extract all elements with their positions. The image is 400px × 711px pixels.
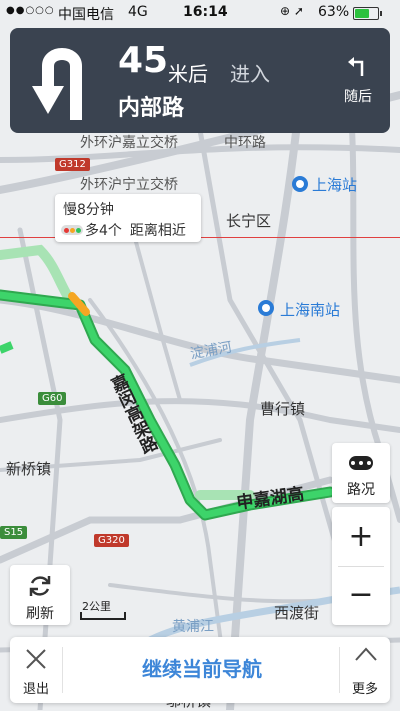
map-label-shanghai-station: 上海站 bbox=[312, 176, 358, 194]
u-turn-left-icon bbox=[32, 48, 82, 120]
guidance-banner[interactable]: 45 米后 进入 内部路 随后 bbox=[10, 28, 390, 133]
exit-label: 退出 bbox=[22, 682, 49, 697]
shield-g320: G320 bbox=[94, 534, 129, 547]
refresh-label: 刷新 bbox=[26, 606, 54, 622]
status-bar: ●●○○○ 中国电信 4G 16:14 ⊕ ➚ 63% bbox=[0, 0, 400, 26]
separator bbox=[62, 647, 63, 693]
traffic-info-bubble[interactable]: 慢8分钟 多4个 距离相近 bbox=[55, 194, 201, 242]
zoom-in-button[interactable]: + bbox=[332, 507, 390, 566]
chevron-up-icon bbox=[355, 647, 377, 661]
map-label-changning: 长宁区 bbox=[226, 212, 272, 230]
distance-number: 45 bbox=[118, 40, 169, 81]
signal-icon: ●●○○○ bbox=[6, 5, 55, 16]
more-button[interactable]: 更多 bbox=[340, 637, 390, 703]
map-label-xidu: 西渡街 bbox=[274, 604, 320, 622]
more-label: 更多 bbox=[351, 682, 378, 697]
traffic-label: 路况 bbox=[347, 482, 375, 498]
follow-label: 随后 bbox=[344, 89, 372, 105]
shield-g60: G60 bbox=[38, 392, 67, 405]
battery-percent: 63% bbox=[318, 4, 350, 20]
turn-left-icon bbox=[348, 57, 364, 76]
refresh-icon bbox=[29, 576, 51, 596]
exit-button[interactable]: 退出 bbox=[10, 637, 62, 703]
map-label-outer-ring-ning: 外环沪宁立交桥 bbox=[80, 177, 178, 193]
battery-icon bbox=[353, 7, 382, 20]
map-label-caohang: 曹行镇 bbox=[260, 400, 306, 418]
close-icon bbox=[26, 649, 46, 669]
zoom-control: + − bbox=[332, 507, 390, 625]
train-station-icon bbox=[258, 300, 274, 316]
zoom-out-button[interactable]: − bbox=[332, 567, 390, 625]
map-label-outer-ring-jiading: 外环沪嘉立交桥 bbox=[80, 135, 178, 151]
road-name: 内部路 bbox=[118, 96, 185, 121]
distance-unit: 米后 bbox=[168, 62, 208, 86]
shield-s15: S15 bbox=[0, 526, 28, 539]
refresh-button[interactable]: 刷新 bbox=[10, 565, 70, 625]
traffic-light-count: 多4个 bbox=[85, 223, 122, 239]
map-label-middle-ring: 中环路 bbox=[224, 135, 266, 151]
map-scale-bar bbox=[80, 612, 126, 620]
shield-g312: G312 bbox=[55, 158, 90, 171]
delay-text: 慢8分钟 bbox=[63, 202, 114, 218]
traffic-light-icon bbox=[61, 225, 83, 235]
network-label: 4G bbox=[128, 4, 148, 20]
bottom-bar: 退出 继续当前导航 更多 bbox=[10, 637, 390, 703]
clock: 16:14 bbox=[183, 4, 228, 20]
map-label-huangpu: 黄浦江 bbox=[172, 619, 214, 635]
map-label-xinqiao: 新桥镇 bbox=[6, 460, 52, 478]
traffic-button[interactable]: 路况 bbox=[332, 443, 390, 503]
map-label-shanghai-south: 上海南站 bbox=[280, 301, 341, 319]
action-label: 进入 bbox=[230, 62, 270, 86]
location-icon: ⊕ ➚ bbox=[280, 4, 304, 18]
carrier-label: 中国电信 bbox=[58, 7, 114, 23]
train-station-icon bbox=[292, 176, 308, 192]
traffic-icon bbox=[349, 456, 373, 470]
continue-navigation-button[interactable]: 继续当前导航 bbox=[70, 653, 334, 682]
distance-note: 距离相近 bbox=[129, 223, 186, 239]
